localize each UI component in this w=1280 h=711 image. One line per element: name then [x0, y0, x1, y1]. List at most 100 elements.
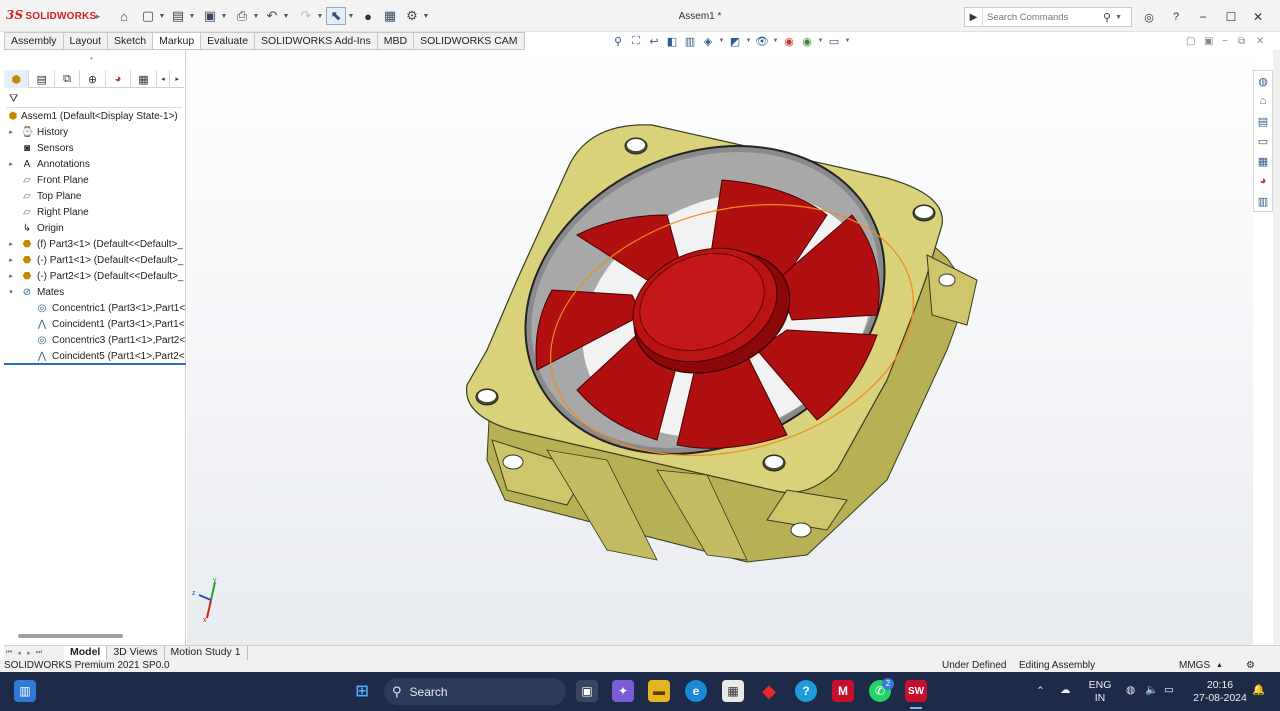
unit-system[interactable]: MMGS [1179, 660, 1210, 672]
file-properties-icon[interactable]: ▦ [380, 7, 400, 25]
tree-item-annotations[interactable]: ▸ A Annotations [4, 157, 186, 173]
battery-icon[interactable]: ▭ [1164, 684, 1174, 697]
restore-window-icon[interactable]: ▣ [1204, 36, 1213, 47]
appearances-icon[interactable]: ◕ [1254, 171, 1272, 191]
options-dropdown-icon[interactable]: ▼ [422, 7, 430, 25]
print-icon[interactable]: ⎙ [232, 7, 252, 25]
tree-item-history[interactable]: ▸ ⌚ History [4, 125, 186, 141]
tree-root-assembly[interactable]: ⬢ Assem1 (Default<Display State-1>) [4, 109, 186, 125]
save-icon[interactable]: ▣ [200, 7, 220, 25]
redo-icon[interactable]: ↷ [296, 7, 316, 25]
design-library-icon[interactable]: ▤ [1254, 111, 1272, 131]
tab-model[interactable]: Model [64, 646, 108, 660]
file-explorer-icon[interactable]: ▭ [1254, 131, 1272, 151]
home-icon[interactable]: ⌂ [1254, 91, 1272, 111]
tree-item-part3[interactable]: ▸ ⬣ (f) Part3<1> (Default<<Default>_ [4, 237, 186, 253]
save-dropdown-icon[interactable]: ▼ [220, 7, 228, 25]
options-gear-icon[interactable]: ⚙ [402, 7, 422, 25]
solidworks-resources-icon[interactable]: ◍ [1254, 71, 1272, 91]
tree-item-concentric1[interactable]: ◎ Concentric1 (Part3<1>,Part1< [4, 301, 186, 317]
filter-icon[interactable]: ⛛ [9, 93, 18, 105]
tab-3d-views[interactable]: 3D Views [107, 646, 165, 660]
onedrive-icon[interactable]: ☁ [1060, 684, 1071, 697]
tree-item-front-plane[interactable]: ▱ Front Plane [4, 173, 186, 189]
next-tab-arrow-icon[interactable]: ▸ [24, 646, 34, 660]
tab-solidworks-addins[interactable]: SOLIDWORKS Add-Ins [255, 32, 378, 50]
tree-item-coincident5[interactable]: ⋀ Coincident5 (Part1<1>,Part2< [4, 349, 186, 365]
show-hidden-icons-icon[interactable]: ⌃ [1036, 685, 1045, 698]
anydesk-icon[interactable]: ◆ [758, 680, 780, 702]
print-dropdown-icon[interactable]: ▼ [252, 7, 260, 25]
last-tab-arrow-icon[interactable]: ⏭ [34, 646, 44, 660]
hide-show-dropdown-icon[interactable]: ▼ [772, 33, 779, 49]
status-options-icon[interactable]: ⚙ [1246, 660, 1255, 672]
section-view-icon[interactable]: ◧ [664, 33, 680, 49]
tree-item-mates[interactable]: ▾ ⊘ Mates [4, 285, 186, 301]
prev-tab-arrow-icon[interactable]: ◂ [14, 646, 24, 660]
tree-item-part2[interactable]: ▸ ⬣ (-) Part2<1> (Default<<Default>_ [4, 269, 186, 285]
tab-markup[interactable]: Markup [153, 32, 202, 50]
doc-minimize-button[interactable]: − [1222, 36, 1228, 47]
tree-item-top-plane[interactable]: ▱ Top Plane [4, 189, 186, 205]
scene-dropdown-icon[interactable]: ▼ [817, 33, 824, 49]
open-dropdown-icon[interactable]: ▼ [188, 7, 196, 25]
minimize-button[interactable]: − [1192, 7, 1214, 27]
search-input[interactable] [983, 11, 1101, 23]
tree-filter[interactable]: ⛛ [6, 90, 182, 108]
home-icon[interactable]: ⌂ [114, 7, 134, 25]
tab-scroll-left-icon[interactable]: ◂ [157, 70, 171, 88]
close-button[interactable]: ✕ [1247, 7, 1269, 27]
undo-dropdown-icon[interactable]: ▼ [282, 7, 290, 25]
solidworks-logo[interactable]: 3S SOLIDWORKS [6, 8, 96, 22]
help-icon[interactable]: ? [1165, 7, 1187, 27]
graphics-viewport[interactable]: y z x [187, 50, 1253, 645]
new-document-icon[interactable]: ▢ [138, 7, 158, 25]
clock[interactable]: 20:16 27-08-2024 [1190, 679, 1250, 705]
search-icon[interactable]: ⚲ [1103, 11, 1111, 24]
display-style-icon[interactable]: ◩ [727, 33, 743, 49]
units-dropdown-icon[interactable]: ▲ [1216, 660, 1223, 672]
new-dropdown-icon[interactable]: ▼ [158, 7, 166, 25]
search-dropdown-icon[interactable]: ▼ [1115, 14, 1122, 21]
view-settings-dropdown-icon[interactable]: ▼ [844, 33, 851, 49]
tree-item-right-plane[interactable]: ▱ Right Plane [4, 205, 186, 221]
zoom-to-area-icon[interactable]: ⛶ [628, 33, 644, 49]
tab-scroll-right-icon[interactable]: ▸ [170, 70, 184, 88]
start-menu-icon[interactable]: ⊞ [351, 680, 373, 702]
expand-arrow-icon[interactable]: ▸ [7, 253, 15, 269]
search-commands-box[interactable]: ▶ ⚲ ▼ [964, 7, 1132, 27]
notifications-bell-icon[interactable]: 🔔 [1252, 684, 1265, 697]
property-manager-tab-icon[interactable]: ▤ [29, 70, 55, 88]
redo-dropdown-icon[interactable]: ▼ [316, 7, 324, 25]
open-document-icon[interactable]: ▤ [168, 7, 188, 25]
user-account-icon[interactable]: ◎ [1138, 7, 1160, 27]
collapse-arrow-icon[interactable]: ▾ [7, 285, 15, 301]
cam-manager-tab-icon[interactable]: ▦ [131, 70, 157, 88]
fan-assembly-model[interactable]: y z x [187, 50, 1253, 645]
tab-evaluate[interactable]: Evaluate [201, 32, 256, 50]
view-orientation-dropdown-icon[interactable]: ▼ [718, 33, 725, 49]
copilot-icon[interactable]: ✦ [612, 680, 634, 702]
expand-arrow-icon[interactable]: ▸ [7, 125, 15, 141]
dimxpert-tab-icon[interactable]: ⊕ [80, 70, 106, 88]
expand-arrow-icon[interactable]: ▸ [7, 237, 15, 253]
tree-item-part1[interactable]: ▸ ⬣ (-) Part1<1> (Default<<Default>_ [4, 253, 186, 269]
rebuild-icon[interactable]: ● [358, 7, 378, 25]
network-icon[interactable]: ◍ [1126, 684, 1135, 697]
tree-item-concentric3[interactable]: ◎ Concentric3 (Part1<1>,Part2< [4, 333, 186, 349]
custom-properties-icon[interactable]: ▥ [1254, 191, 1272, 211]
view-palette-icon[interactable]: ▦ [1254, 151, 1272, 171]
tab-assembly[interactable]: Assembly [4, 32, 64, 50]
expand-arrow-icon[interactable]: ▸ [7, 269, 15, 285]
hide-show-items-icon[interactable]: 👁 [754, 33, 770, 49]
widgets-icon[interactable]: ▥ [14, 680, 36, 702]
apply-scene-icon[interactable]: ◉ [799, 33, 815, 49]
edge-browser-icon[interactable]: e [685, 680, 707, 702]
tree-item-sensors[interactable]: ◙ Sensors [4, 141, 186, 157]
tab-solidworks-cam[interactable]: SOLIDWORKS CAM [414, 32, 525, 50]
tile-window-icon[interactable]: ▢ [1186, 36, 1195, 47]
undo-icon[interactable]: ↶ [262, 7, 282, 25]
taskbar-search[interactable]: ⚲ Search [384, 678, 566, 705]
feature-manager-tab-icon[interactable]: ⬢ [4, 70, 30, 88]
tree-item-coincident1[interactable]: ⋀ Coincident1 (Part3<1>,Part1< [4, 317, 186, 333]
